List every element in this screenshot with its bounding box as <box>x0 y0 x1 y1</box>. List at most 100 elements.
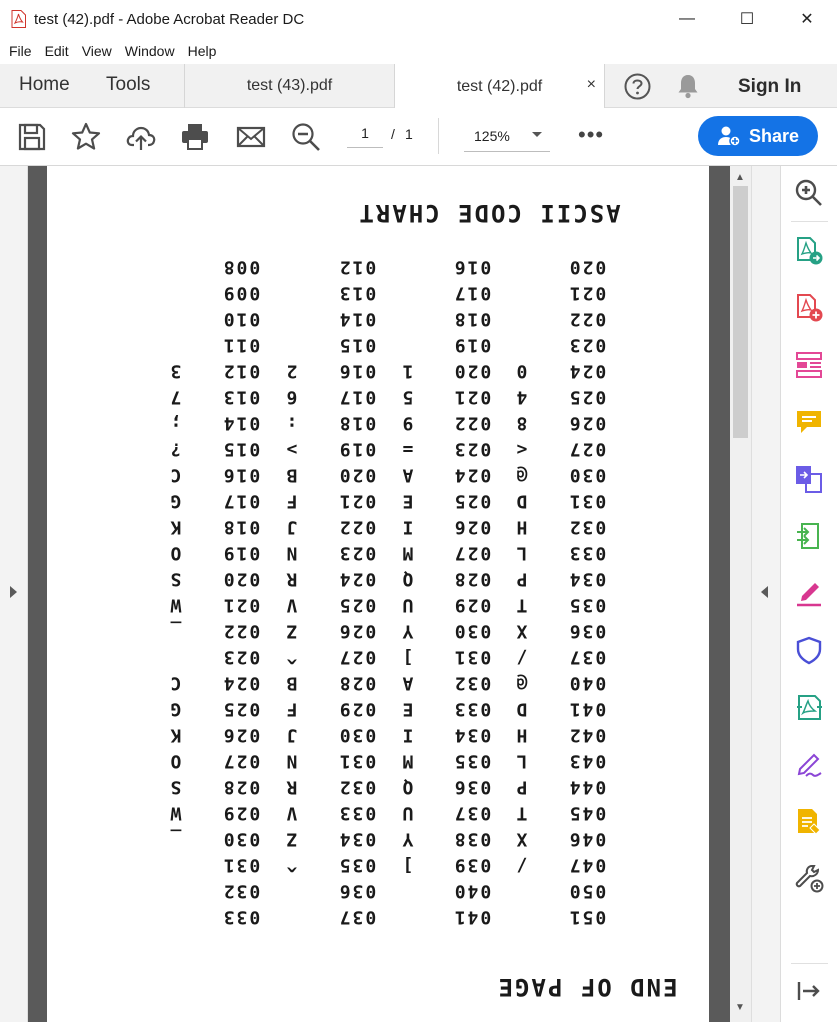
pdf-code-cell: 041 <box>453 906 492 927</box>
pdf-char-cell: L <box>515 750 528 771</box>
pdf-char-cell: 2 <box>285 360 298 381</box>
sign-in-link[interactable]: Sign In <box>738 76 801 98</box>
minimize-button[interactable]: — <box>657 0 717 38</box>
window-title: test (42).pdf - Adobe Acrobat Reader DC <box>34 11 305 28</box>
scroll-up-icon[interactable]: ▲ <box>735 172 745 183</box>
organize-pages-icon[interactable] <box>794 350 824 380</box>
pdf-code-cell: 026 <box>338 620 377 641</box>
pdf-char-cell: _ <box>169 828 182 849</box>
scroll-down-icon[interactable]: ▼ <box>735 1002 745 1013</box>
document-tab-label: test (42).pdf <box>456 77 543 95</box>
document-tab-test-43[interactable]: test (43).pdf <box>184 64 394 108</box>
left-pane-toggle[interactable] <box>0 166 28 1022</box>
pdf-char-cell: T <box>515 594 528 615</box>
pdf-char-cell: > <box>285 438 298 459</box>
pdf-code-cell: 025 <box>568 386 607 407</box>
pdf-char-cell: J <box>285 724 298 745</box>
acrobat-file-icon <box>11 10 26 28</box>
zoom-select[interactable]: 125% <box>464 118 550 152</box>
menu-help[interactable]: Help <box>188 43 217 59</box>
menu-view[interactable]: View <box>82 43 112 59</box>
pdf-code-cell: 037 <box>568 646 607 667</box>
close-window-button[interactable]: ✕ <box>777 0 837 38</box>
pane-divider <box>791 221 828 222</box>
compress-pdf-icon[interactable] <box>794 521 824 551</box>
menu-window[interactable]: Window <box>125 43 175 59</box>
pdf-code-cell: 033 <box>338 802 377 823</box>
pdf-code-cell: 021 <box>453 386 492 407</box>
tab-home[interactable]: Home <box>19 74 70 96</box>
pdf-code-cell: 029 <box>222 802 261 823</box>
pdf-code-cell: 023 <box>568 334 607 355</box>
create-pdf-icon[interactable] <box>794 293 824 323</box>
maximize-button[interactable]: ☐ <box>717 0 777 38</box>
pdf-char-cell: X <box>515 620 528 641</box>
help-icon[interactable] <box>624 73 651 100</box>
pdf-char-cell: S <box>169 568 182 589</box>
edit-pdf-icon[interactable] <box>794 692 824 722</box>
pdf-code-cell: 014 <box>222 412 261 433</box>
pdf-code-cell: 050 <box>568 880 607 901</box>
pdf-code-cell: 033 <box>453 698 492 719</box>
pdf-code-cell: 019 <box>222 542 261 563</box>
pdf-code-cell: 020 <box>568 256 607 277</box>
chevron-left-icon <box>761 586 768 598</box>
page-number-input[interactable]: 1 <box>347 118 383 148</box>
notifications-bell-icon[interactable] <box>676 73 700 99</box>
fill-sign-icon[interactable] <box>794 578 824 608</box>
save-icon[interactable] <box>16 121 48 153</box>
more-tools-icon[interactable] <box>794 863 824 893</box>
pdf-code-cell: 021 <box>568 282 607 303</box>
export-pdf-icon[interactable] <box>794 236 824 266</box>
pdf-char-cell: V <box>285 594 298 615</box>
pdf-char-cell: D <box>515 698 528 719</box>
vertical-scrollbar[interactable]: ▲ ▼ <box>730 166 751 1022</box>
pdf-char-cell: R <box>285 568 298 589</box>
pdf-char-cell: M <box>401 750 414 771</box>
more-options-icon[interactable]: ••• <box>578 122 604 148</box>
pdf-code-cell: 027 <box>453 542 492 563</box>
bookmark-star-icon[interactable] <box>70 121 102 153</box>
search-zoom-icon[interactable] <box>794 178 824 208</box>
zoom-out-icon[interactable] <box>290 121 322 153</box>
tab-tools[interactable]: Tools <box>106 74 150 96</box>
document-tab-test-42[interactable]: test (42).pdf × <box>394 64 604 109</box>
pdf-char-cell: E <box>401 698 414 719</box>
pdf-char-cell: U <box>401 802 414 823</box>
email-icon[interactable] <box>235 121 267 153</box>
comment-icon[interactable] <box>794 407 824 437</box>
pdf-char-cell: / <box>515 646 528 667</box>
close-tab-icon[interactable]: × <box>587 76 596 94</box>
right-pane-toggle[interactable] <box>751 166 780 1022</box>
pdf-code-cell: 024 <box>568 360 607 381</box>
pdf-code-cell: 017 <box>453 282 492 303</box>
pdf-char-cell: U <box>401 594 414 615</box>
pdf-char-cell: Y <box>401 620 414 641</box>
pdf-footer-text: END OF PAGE <box>497 973 678 1001</box>
pdf-char-cell: J <box>285 516 298 537</box>
pdf-char-cell: 8 <box>515 412 528 433</box>
scrollbar-thumb[interactable] <box>733 186 748 438</box>
stamp-icon[interactable] <box>794 806 824 836</box>
pdf-code-cell: 016 <box>222 464 261 485</box>
pdf-code-cell: 009 <box>222 282 261 303</box>
upload-cloud-icon[interactable] <box>125 121 157 153</box>
share-button[interactable]: Share <box>698 116 818 156</box>
pdf-code-cell: 015 <box>222 438 261 459</box>
print-icon[interactable] <box>179 121 211 153</box>
menu-edit[interactable]: Edit <box>45 43 69 59</box>
pdf-char-cell: 0 <box>515 360 528 381</box>
pdf-char-cell: 1 <box>401 360 414 381</box>
pdf-char-cell: H <box>515 516 528 537</box>
sign-icon[interactable] <box>794 749 824 779</box>
pdf-code-cell: 026 <box>222 724 261 745</box>
pdf-code-cell: 013 <box>338 282 377 303</box>
pdf-char-cell: N <box>285 542 298 563</box>
protect-icon[interactable] <box>794 635 824 665</box>
pdf-char-cell: A <box>401 672 414 693</box>
combine-files-icon[interactable] <box>794 464 824 494</box>
menu-file[interactable]: File <box>9 43 32 59</box>
pdf-char-cell: S <box>169 776 182 797</box>
pdf-char-cell: A <box>401 464 414 485</box>
collapse-pane-icon[interactable] <box>794 976 824 1006</box>
